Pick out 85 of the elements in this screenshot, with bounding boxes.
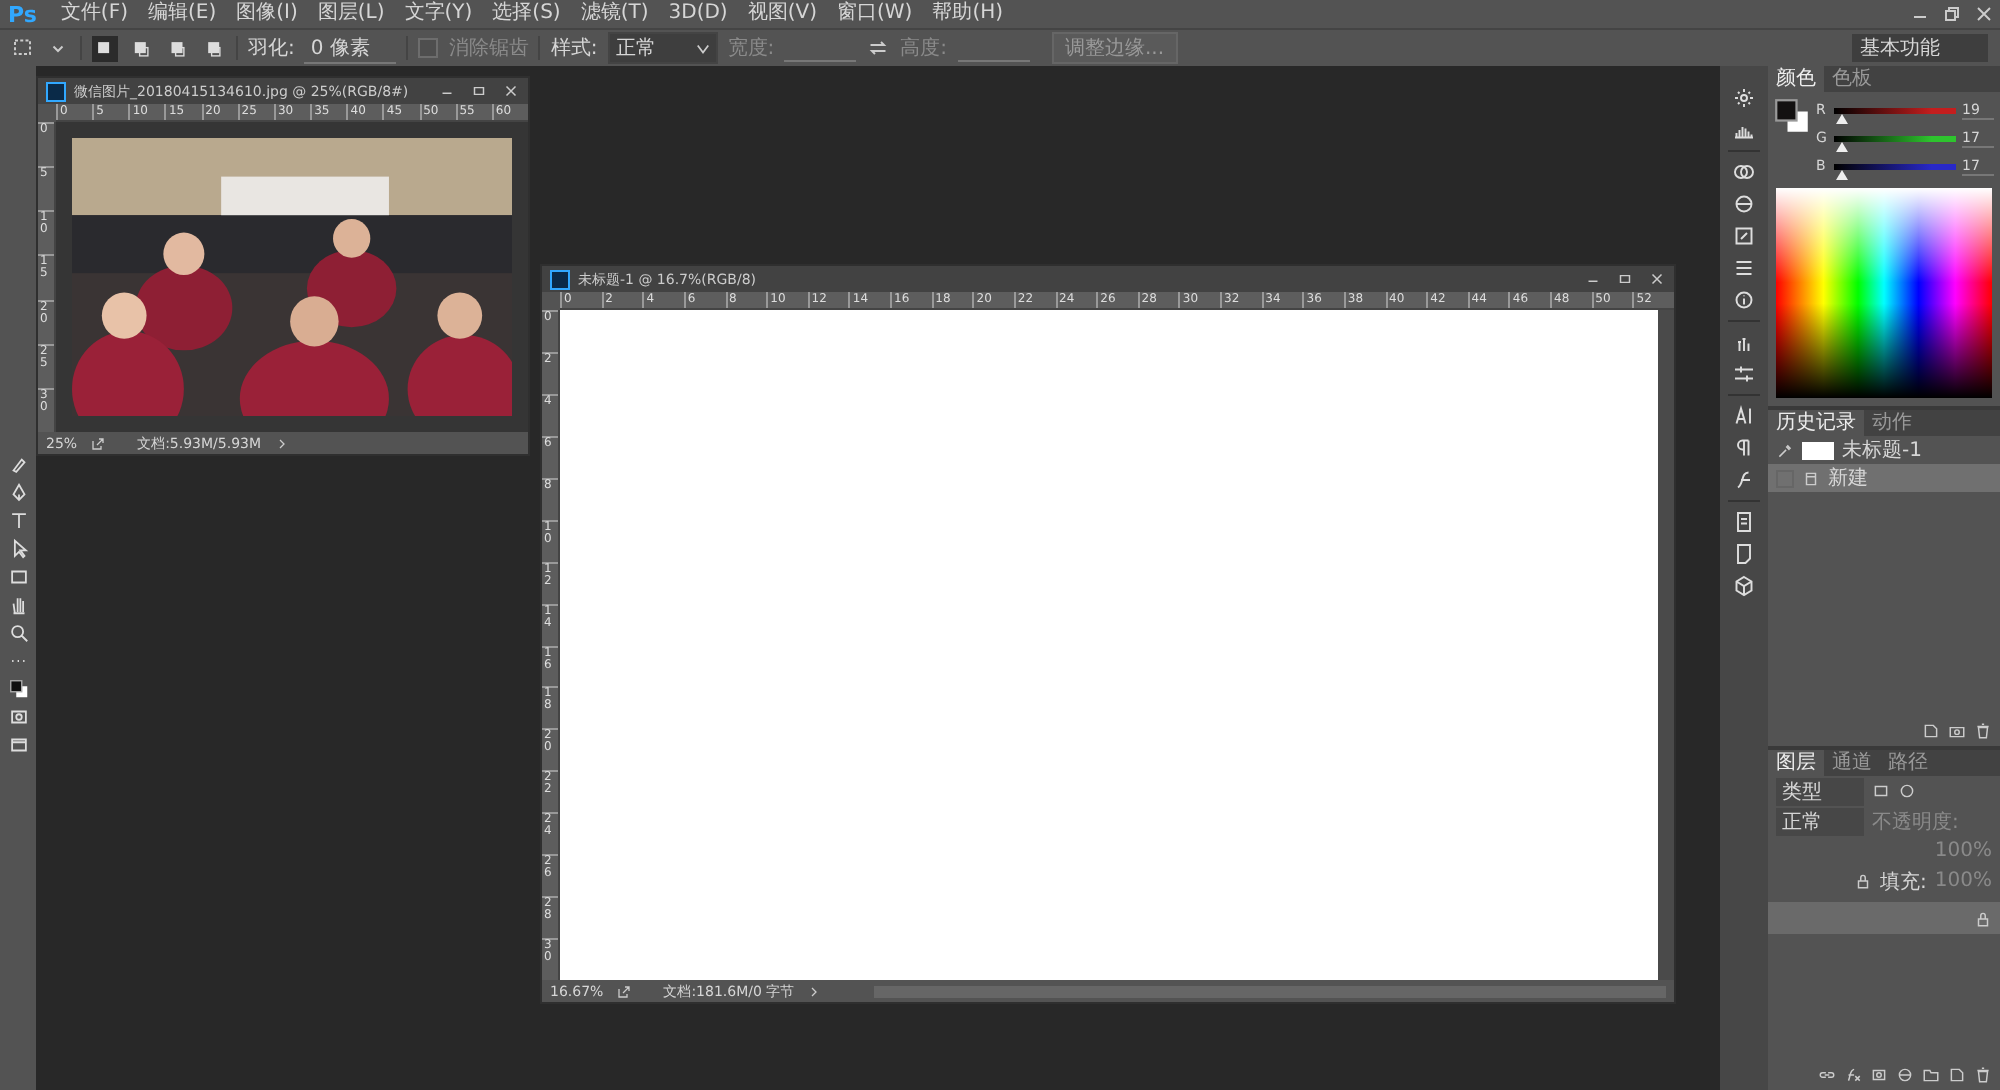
trash-icon[interactable] xyxy=(1974,1066,1992,1084)
panel-tab[interactable]: 历史记录 xyxy=(1768,410,1864,436)
menu-item[interactable]: 滤镜(T) xyxy=(580,0,649,28)
character-icon[interactable] xyxy=(1732,404,1756,428)
type-icon[interactable] xyxy=(7,510,29,532)
app-logo: Ps xyxy=(8,1,37,27)
panel-tab[interactable]: 通道 xyxy=(1824,750,1880,776)
panel-tab[interactable]: 颜色 xyxy=(1768,66,1824,92)
hand-icon[interactable] xyxy=(7,594,29,616)
notes-icon[interactable] xyxy=(1732,542,1756,566)
restore-icon[interactable] xyxy=(470,82,488,100)
folder-icon[interactable] xyxy=(1922,1066,1940,1084)
frame-icon[interactable] xyxy=(1732,224,1756,248)
rectangle-icon[interactable] xyxy=(7,566,29,588)
caret-icon[interactable] xyxy=(695,41,710,55)
menu-item[interactable]: 文件(F) xyxy=(60,0,128,28)
sliders-icon[interactable] xyxy=(1732,362,1756,386)
new-document-icon[interactable] xyxy=(1922,722,1940,740)
swap-icon[interactable] xyxy=(866,36,891,60)
restore-icon[interactable] xyxy=(1940,2,1964,26)
menu-item[interactable]: 帮助(H) xyxy=(932,0,1004,28)
selection-mode-icon[interactable] xyxy=(92,35,118,61)
mask-icon[interactable] xyxy=(1870,1066,1888,1084)
menu-item[interactable]: 视图(V) xyxy=(747,0,817,28)
fill-label: 填充: xyxy=(1880,869,1927,895)
info-icon[interactable] xyxy=(1732,288,1756,312)
panel-tab[interactable]: 图层 xyxy=(1768,750,1824,776)
menu-item[interactable]: 文字(Y) xyxy=(404,0,473,28)
mask-icon[interactable] xyxy=(7,706,29,728)
document-icon xyxy=(46,81,66,101)
list-icon[interactable] xyxy=(1732,256,1756,280)
slider-thumb[interactable] xyxy=(1836,113,1849,123)
zoom-icon[interactable] xyxy=(7,622,29,644)
overlapping-circles-icon[interactable] xyxy=(1732,160,1756,184)
effects-icon[interactable] xyxy=(1844,1066,1862,1084)
feather-label: 羽化: xyxy=(248,36,295,62)
new-layer-icon[interactable] xyxy=(1948,1066,1966,1084)
panel-tab[interactable]: 路径 xyxy=(1880,750,1936,776)
snapshot-name[interactable]: 未标题-1 xyxy=(1842,436,1922,464)
panel-tab[interactable]: 动作 xyxy=(1864,410,1920,436)
close-icon[interactable] xyxy=(502,82,520,100)
link-icon[interactable] xyxy=(1818,1066,1836,1084)
slider-thumb[interactable] xyxy=(1836,141,1849,151)
history-state-label: 新建 xyxy=(1828,465,1868,492)
screen-mode-icon[interactable] xyxy=(7,734,29,756)
workspace-dropdown[interactable]: 基本功能 xyxy=(1852,34,1988,62)
document-icon xyxy=(550,269,570,289)
color-spectrum[interactable] xyxy=(1776,188,1992,398)
restore-icon[interactable] xyxy=(1616,270,1634,288)
marquee-icon[interactable] xyxy=(12,36,36,60)
style-label: 样式: xyxy=(550,35,598,62)
pen-icon[interactable] xyxy=(7,482,29,504)
style-dropdown[interactable]: 正常 xyxy=(607,32,718,64)
lock-icon xyxy=(1974,909,1992,927)
menu-item[interactable]: 图层(L) xyxy=(317,0,385,28)
close-icon[interactable] xyxy=(1972,2,1996,26)
panel-tab[interactable]: 色板 xyxy=(1824,66,1880,92)
menu-item[interactable]: 选择(S) xyxy=(492,0,561,28)
glyph-icon[interactable] xyxy=(1732,468,1756,492)
trash-icon[interactable] xyxy=(1974,722,1992,740)
sun-icon[interactable] xyxy=(1732,86,1756,110)
adjustment-filter-icon[interactable] xyxy=(1898,782,1916,800)
image-filter-icon[interactable] xyxy=(1872,782,1890,800)
cube-icon[interactable] xyxy=(1732,574,1756,598)
document-icon xyxy=(1802,469,1820,487)
color-swatch-icon[interactable] xyxy=(1774,98,1810,134)
scrollbar[interactable] xyxy=(1658,310,1674,980)
history-brush-icon[interactable] xyxy=(1776,441,1794,459)
history-state[interactable]: 新建 xyxy=(1768,464,2000,492)
camera-icon[interactable] xyxy=(1948,722,1966,740)
snapshot-thumbnail xyxy=(1802,441,1834,459)
export-icon[interactable] xyxy=(89,435,106,451)
document-icon[interactable] xyxy=(1732,510,1756,534)
brush-icon[interactable] xyxy=(7,454,29,476)
color-swatch-icon[interactable] xyxy=(7,678,29,700)
menu-item[interactable]: 编辑(E) xyxy=(147,0,217,28)
filter-dropdown[interactable]: 类型 xyxy=(1776,777,1864,805)
lock-icon[interactable] xyxy=(1854,872,1873,890)
feather-field[interactable]: 0 像素 xyxy=(304,33,397,63)
blend-mode-dropdown[interactable]: 正常 xyxy=(1776,807,1864,835)
close-icon[interactable] xyxy=(1648,270,1666,288)
export-icon[interactable] xyxy=(615,983,632,999)
menu-item[interactable]: 窗口(W) xyxy=(836,0,913,28)
menu-item[interactable]: 图像(I) xyxy=(236,0,298,28)
menu-item[interactable]: 3D(D) xyxy=(668,0,728,28)
